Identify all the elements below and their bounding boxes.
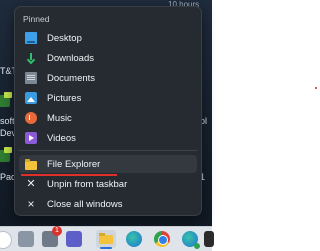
pinned-item-label: Videos xyxy=(47,132,76,144)
start-button-icon[interactable] xyxy=(0,231,12,249)
notification-badge: 1 xyxy=(52,226,62,236)
action-label: Unpin from taskbar xyxy=(47,178,128,190)
close-icon: × xyxy=(27,197,35,211)
pinned-item-music[interactable]: Music xyxy=(19,109,197,127)
edge-icon[interactable] xyxy=(126,231,142,247)
active-app-indicator xyxy=(100,247,112,249)
pictures-icon xyxy=(25,92,37,104)
pinned-item-pictures[interactable]: Pictures xyxy=(19,89,197,107)
pinned-item-label: Music xyxy=(47,112,72,124)
documents-icon xyxy=(25,72,37,84)
action-label: Close all windows xyxy=(47,198,123,210)
red-dot-marker xyxy=(315,87,317,89)
pinned-section-header: Pinned xyxy=(23,14,50,24)
download-icon xyxy=(25,52,37,64)
pinned-item-desktop[interactable]: Desktop xyxy=(19,29,197,47)
folder-icon xyxy=(25,158,37,170)
music-icon xyxy=(25,112,37,124)
desktop-app-icon[interactable] xyxy=(0,147,12,162)
taskbar-app-icon[interactable] xyxy=(204,231,214,247)
pinned-item-documents[interactable]: Documents xyxy=(19,69,197,87)
menu-divider xyxy=(19,150,197,151)
pinned-item-downloads[interactable]: Downloads xyxy=(19,49,197,67)
chrome-icon[interactable] xyxy=(154,231,170,247)
pinned-item-label: Documents xyxy=(47,72,96,84)
file-explorer-item[interactable]: File Explorer xyxy=(19,155,197,176)
pinned-item-label: Downloads xyxy=(47,52,94,64)
videos-icon xyxy=(25,132,37,144)
pinned-item-videos[interactable]: Videos xyxy=(19,129,197,147)
desktop-icon xyxy=(25,32,37,44)
pinned-item-label: Pictures xyxy=(47,92,82,104)
pinned-item-label: Desktop xyxy=(47,32,82,44)
file-explorer-taskbar-icon[interactable] xyxy=(96,230,116,248)
action-label: File Explorer xyxy=(47,158,101,170)
unpin-from-taskbar-item[interactable]: ✕ Unpin from taskbar xyxy=(19,175,197,193)
edge-beta-icon[interactable] xyxy=(182,231,200,249)
teams-icon[interactable] xyxy=(66,231,82,247)
unpin-icon: ✕ xyxy=(26,178,36,190)
taskbar-jump-list: Pinned Desktop Downloads Documents Pictu… xyxy=(14,6,202,216)
desktop-icon-label[interactable]: soft xyxy=(0,116,15,126)
desktop-app-icon[interactable] xyxy=(0,92,12,107)
close-all-windows-item[interactable]: × Close all windows xyxy=(19,195,197,213)
task-view-icon[interactable] xyxy=(18,231,34,247)
